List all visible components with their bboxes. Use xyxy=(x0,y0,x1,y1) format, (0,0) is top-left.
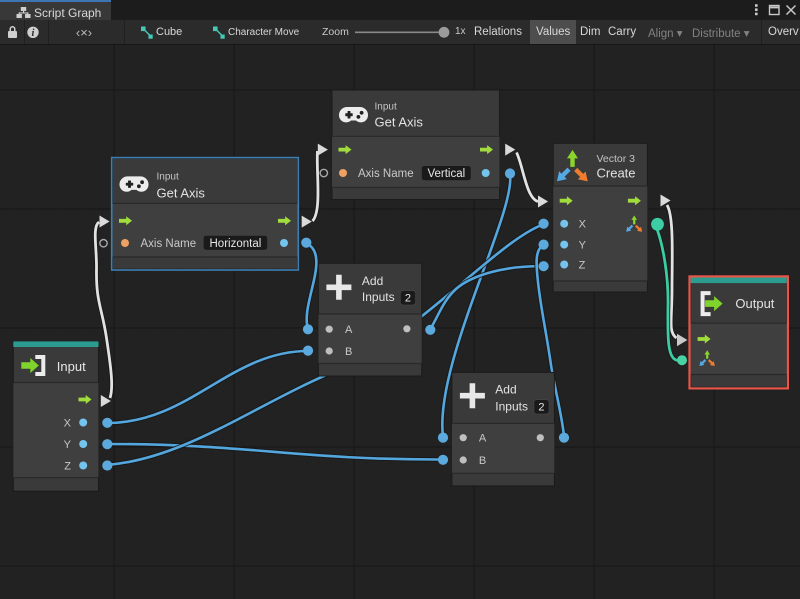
svg-text:Input: Input xyxy=(157,172,179,183)
svg-text:Add: Add xyxy=(362,274,383,288)
svg-text:A: A xyxy=(345,324,353,336)
svg-text:Z: Z xyxy=(579,260,586,272)
svg-text:Axis Name: Axis Name xyxy=(141,238,197,250)
svg-text:Inputs: Inputs xyxy=(495,399,528,413)
svg-text:Output: Output xyxy=(735,296,774,311)
svg-text:A: A xyxy=(479,433,487,445)
svg-text:Get Axis: Get Axis xyxy=(157,185,206,200)
svg-text:Add: Add xyxy=(495,382,516,396)
svg-text:Y: Y xyxy=(64,439,72,451)
svg-text:Input: Input xyxy=(375,101,397,112)
svg-text:Z: Z xyxy=(64,461,71,473)
svg-text:2: 2 xyxy=(538,402,544,414)
svg-text:Inputs: Inputs xyxy=(362,290,395,304)
svg-text:Input: Input xyxy=(57,359,86,374)
svg-text:B: B xyxy=(345,346,352,358)
svg-text:i: i xyxy=(32,28,35,39)
svg-text:Vector 3: Vector 3 xyxy=(597,153,636,165)
svg-text:X: X xyxy=(579,219,587,231)
svg-text:Y: Y xyxy=(579,240,587,252)
svg-text:Vertical: Vertical xyxy=(427,168,465,180)
svg-text:B: B xyxy=(479,455,486,467)
svg-text:Create: Create xyxy=(597,166,636,181)
svg-text:X: X xyxy=(64,418,72,430)
svg-text:Axis Name: Axis Name xyxy=(358,168,414,180)
svg-text:Get Axis: Get Axis xyxy=(375,115,424,130)
svg-text:‹×›: ‹×› xyxy=(76,25,92,40)
svg-text:2: 2 xyxy=(405,293,411,305)
svg-text:Horizontal: Horizontal xyxy=(210,238,262,250)
